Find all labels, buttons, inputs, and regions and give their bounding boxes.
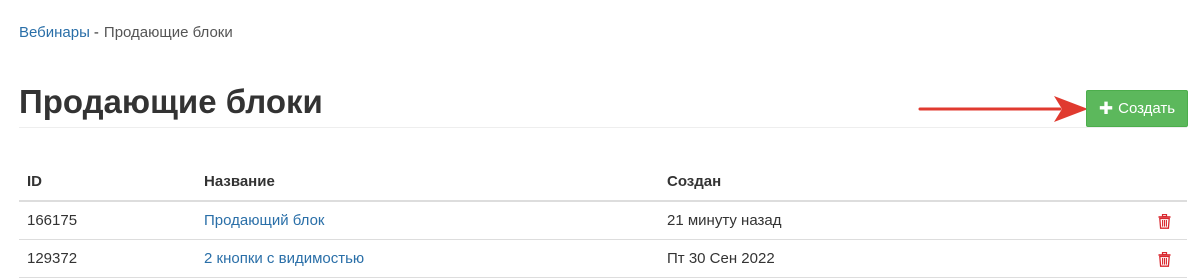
selling-blocks-table: ID Название Создан 166175 Продающий блок… <box>19 162 1187 278</box>
breadcrumb-separator: - <box>93 24 99 41</box>
block-name-link[interactable]: Продающий блок <box>204 212 325 229</box>
page-title: Продающие блоки <box>19 83 323 120</box>
column-header-id[interactable]: ID <box>19 162 196 202</box>
trash-icon[interactable] <box>1158 251 1171 267</box>
page: Вебинары - Продающие блоки Продающие блоки… <box>0 0 1199 278</box>
annotation-arrow-icon <box>918 96 1088 122</box>
cell-actions <box>1127 239 1187 278</box>
breadcrumb-link-webinars[interactable]: Вебинары <box>19 24 90 41</box>
trash-icon[interactable] <box>1158 213 1171 229</box>
table-header-row: ID Название Создан <box>19 162 1187 202</box>
create-button-label: Создать <box>1118 100 1176 117</box>
plus-icon: ✚ <box>1098 99 1114 118</box>
breadcrumb-current: Продающие блоки <box>103 24 233 41</box>
cell-actions <box>1127 201 1187 240</box>
cell-name: 2 кнопки с видимостью <box>196 239 659 278</box>
cell-id: 166175 <box>19 201 196 240</box>
column-header-actions <box>1127 162 1187 202</box>
breadcrumb: Вебинары - Продающие блоки <box>19 23 233 43</box>
title-divider <box>19 127 1187 128</box>
block-name-link[interactable]: 2 кнопки с видимостью <box>204 250 364 267</box>
column-header-created[interactable]: Создан <box>659 162 1127 202</box>
cell-name: Продающий блок <box>196 201 659 240</box>
cell-created: 21 минуту назад <box>659 201 1127 240</box>
cell-created: Пт 30 Сен 2022 <box>659 239 1127 278</box>
cell-id: 129372 <box>19 239 196 278</box>
table-row: 129372 2 кнопки с видимостью Пт 30 Сен 2… <box>19 239 1187 278</box>
table-row: 166175 Продающий блок 21 минуту назад <box>19 201 1187 240</box>
create-button[interactable]: ✚ Создать <box>1086 90 1188 127</box>
column-header-name[interactable]: Название <box>196 162 659 202</box>
